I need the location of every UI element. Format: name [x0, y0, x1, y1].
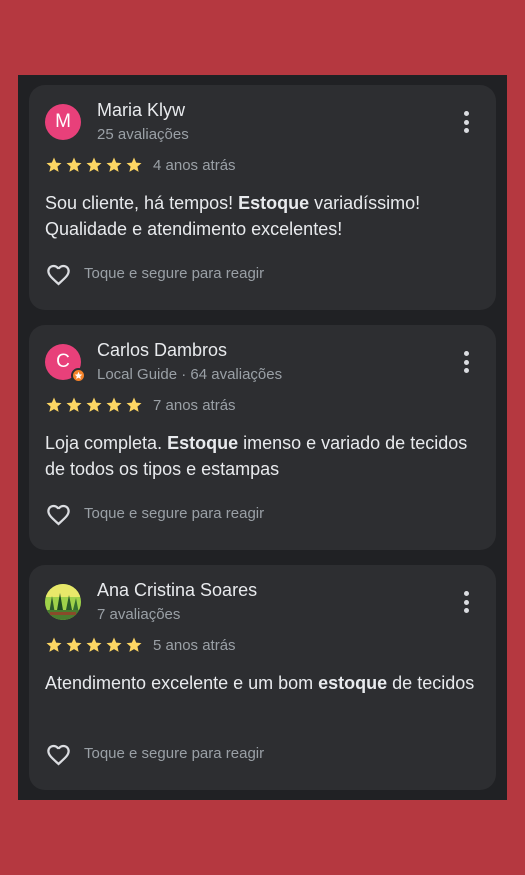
review-time: 7 anos atrás [153, 396, 236, 414]
avatar-letter: M [55, 111, 71, 132]
react-button[interactable]: Toque e segure para reagir [45, 259, 264, 287]
review-text-start: Atendimento excelente e um bom [45, 673, 319, 693]
review-text-end: de tecidos [387, 673, 475, 693]
avatar[interactable]: C [45, 344, 86, 383]
react-label: Toque e segure para reagir [84, 744, 265, 762]
review-text-highlight: Estoque [238, 193, 310, 213]
star-icon [86, 397, 102, 412]
more-vert-icon[interactable] [458, 111, 474, 133]
star-icon [126, 397, 142, 412]
star-rating [45, 156, 143, 174]
review-card: C Carlos Dambros Local Guide · 64 avalia… [29, 325, 496, 550]
review-text: Atendimento excelente e um bom estoque d… [45, 670, 485, 696]
avatar[interactable]: M [45, 104, 81, 140]
star-icon [66, 397, 82, 412]
review-card: Ana Cristina Soares 7 avaliações 5 anos … [29, 565, 496, 790]
review-time: 4 anos atrás [153, 156, 236, 174]
landscape-photo-icon [45, 584, 81, 620]
react-label: Toque e segure para reagir [84, 504, 265, 522]
reviewer-name[interactable]: Carlos Dambros [97, 340, 227, 361]
star-icon [106, 397, 122, 412]
star-icon [126, 637, 142, 652]
heart-outline-icon [47, 264, 70, 285]
reviews-panel: M Maria Klyw 25 avaliações 4 anos atrás … [18, 75, 507, 800]
review-text-start: Sou cliente, há tempos! [45, 193, 239, 213]
react-button[interactable]: Toque e segure para reagir [45, 739, 264, 767]
star-rating [45, 636, 143, 654]
rating-row: 4 anos atrás [45, 154, 236, 176]
star-rating [45, 396, 143, 414]
review-time: 5 anos atrás [153, 636, 236, 654]
review-text-highlight: Estoque [167, 433, 239, 453]
review-text-start: Loja completa. [45, 433, 168, 453]
reviewer-meta: 25 avaliações [97, 126, 189, 143]
more-vert-icon[interactable] [458, 351, 474, 373]
more-vert-icon[interactable] [458, 591, 474, 613]
star-icon [86, 157, 102, 172]
rating-row: 7 anos atrás [45, 394, 236, 416]
review-text-highlight: estoque [318, 673, 388, 693]
reviewer-name[interactable]: Ana Cristina Soares [97, 580, 257, 601]
star-icon [86, 637, 102, 652]
react-button[interactable]: Toque e segure para reagir [45, 499, 264, 527]
star-icon [66, 637, 82, 652]
review-text: Sou cliente, há tempos! Estoque variadís… [45, 190, 485, 242]
star-icon [46, 397, 62, 412]
star-icon [66, 157, 82, 172]
avatar[interactable] [45, 584, 81, 620]
reviewer-name[interactable]: Maria Klyw [97, 100, 185, 121]
react-label: Toque e segure para reagir [84, 264, 265, 282]
rating-row: 5 anos atrás [45, 634, 236, 656]
review-text: Loja completa. Estoque imenso e variado … [45, 430, 485, 482]
heart-outline-icon [47, 744, 70, 765]
review-card: M Maria Klyw 25 avaliações 4 anos atrás … [29, 85, 496, 310]
star-icon [106, 637, 122, 652]
avatar-letter: C [56, 351, 70, 372]
local-guide-badge-icon [71, 368, 86, 383]
star-icon [106, 157, 122, 172]
star-icon [126, 157, 142, 172]
star-icon [46, 157, 62, 172]
reviewer-meta: Local Guide · 64 avaliações [97, 366, 283, 383]
heart-outline-icon [47, 504, 70, 525]
star-icon [46, 637, 62, 652]
reviewer-meta: 7 avaliações [97, 606, 181, 623]
